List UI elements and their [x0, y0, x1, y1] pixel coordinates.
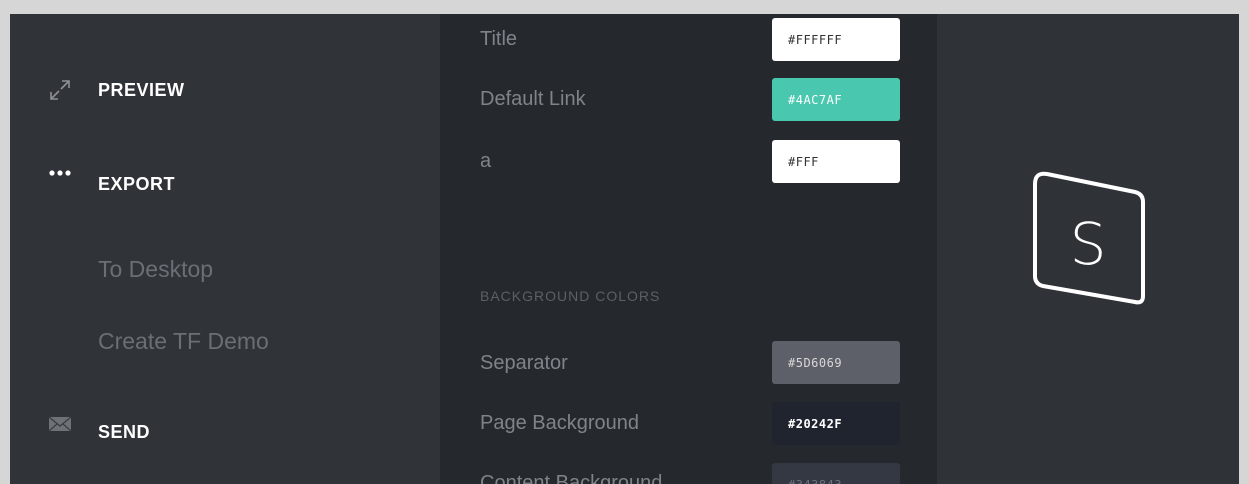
color-swatch-title[interactable]: #FFFFFF — [772, 18, 900, 61]
color-label-separator: Separator — [480, 352, 568, 374]
color-label-content-background: Content Background — [480, 472, 663, 484]
app-frame: PREVIEW EXPORT To Desktop Create TF Demo — [10, 14, 1239, 484]
export-to-desktop[interactable]: To Desktop — [98, 256, 213, 283]
color-settings-panel: Title #FFFFFF Default Link #4AC7AF a #FF… — [440, 14, 937, 484]
logo-area: S — [937, 14, 1239, 484]
sidebar: PREVIEW EXPORT To Desktop Create TF Demo — [10, 14, 440, 484]
color-label-default-link: Default Link — [480, 88, 586, 110]
logo-s-icon: S — [1029, 170, 1149, 310]
sidebar-item-label: SEND — [98, 421, 151, 442]
color-swatch-content-background[interactable]: #343843 — [772, 463, 900, 484]
color-swatch-page-background[interactable]: #20242F — [772, 402, 900, 445]
color-label-page-background: Page Background — [480, 412, 640, 434]
color-swatch-a[interactable]: #FFF — [772, 140, 900, 183]
color-label-title: Title — [480, 28, 518, 50]
sidebar-item-label: PREVIEW — [98, 79, 185, 100]
more-dots-icon — [46, 162, 74, 184]
export-create-tf-demo[interactable]: Create TF Demo — [98, 328, 269, 355]
sidebar-item-label: EXPORT — [98, 173, 176, 194]
color-label-a: a — [480, 150, 492, 172]
color-swatch-separator[interactable]: #5D6069 — [772, 341, 900, 384]
envelope-icon — [46, 413, 74, 435]
logo-letter: S — [1069, 210, 1107, 278]
expand-icon — [46, 79, 74, 101]
section-heading-background-colors: BACKGROUND COLORS — [480, 288, 661, 304]
color-swatch-default-link[interactable]: #4AC7AF — [772, 78, 900, 121]
